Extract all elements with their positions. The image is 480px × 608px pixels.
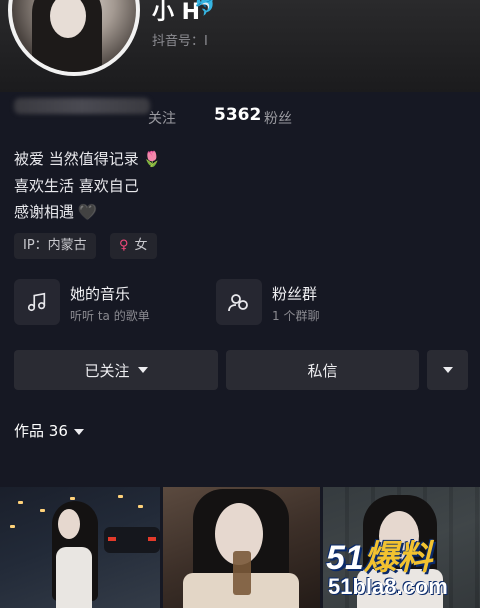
followed-button[interactable]: 已关注 xyxy=(14,350,218,390)
following-count-blurred xyxy=(14,98,150,114)
watermark-logo: 51爆料 xyxy=(326,539,432,577)
fans-group-subtitle: 1 个群聊 xyxy=(272,309,320,323)
group-icon xyxy=(216,279,262,325)
ip-location-tag: IP：内蒙古 xyxy=(14,233,96,259)
bio-line-2: 喜欢生活 喜欢自己 xyxy=(14,177,139,195)
watermark: 51爆料 51bla8.com xyxy=(326,530,476,604)
followers-label[interactable]: 粉丝 xyxy=(264,108,292,128)
message-button[interactable]: 私信 xyxy=(226,350,419,390)
tulip-icon: 🌷 xyxy=(142,150,162,168)
fans-group-entry[interactable]: 粉丝群 1 个群聊 xyxy=(216,279,416,327)
works-count: 36 xyxy=(48,422,68,440)
video-thumbnail[interactable] xyxy=(0,487,160,608)
car-shape xyxy=(104,527,160,553)
works-dropdown-icon xyxy=(73,428,84,435)
fans-group-title: 粉丝群 xyxy=(272,285,318,303)
female-icon: ♀ xyxy=(119,238,129,253)
watermark-url: 51bla8.com xyxy=(328,574,448,599)
nickname: 小 H xyxy=(152,0,201,25)
bio-line-1: 被爱 当然值得记录 🌷 xyxy=(14,150,162,168)
followers-count[interactable]: 5362 xyxy=(214,105,261,125)
music-subtitle: 听听 ta 的歌单 xyxy=(70,309,150,323)
dropdown-arrow-icon xyxy=(137,367,148,373)
her-music-entry[interactable]: 她的音乐 听听 ta 的歌单 xyxy=(14,279,214,327)
music-note-icon xyxy=(14,279,60,325)
dolphin-icon: 🐬 xyxy=(194,0,217,17)
video-thumbnail[interactable] xyxy=(163,487,320,608)
bio-line-3: 感谢相遇 🖤 xyxy=(14,203,97,221)
chevron-down-icon xyxy=(442,367,453,373)
douyin-id[interactable]: 抖音号：I xyxy=(152,30,208,49)
black-heart-icon: 🖤 xyxy=(78,203,97,221)
more-options-button[interactable] xyxy=(427,350,468,390)
music-title: 她的音乐 xyxy=(70,285,131,303)
gender-tag: ♀ 女 xyxy=(110,233,157,259)
following-label[interactable]: 关注 xyxy=(148,108,176,128)
works-tab[interactable]: 作品 36 xyxy=(14,420,84,441)
